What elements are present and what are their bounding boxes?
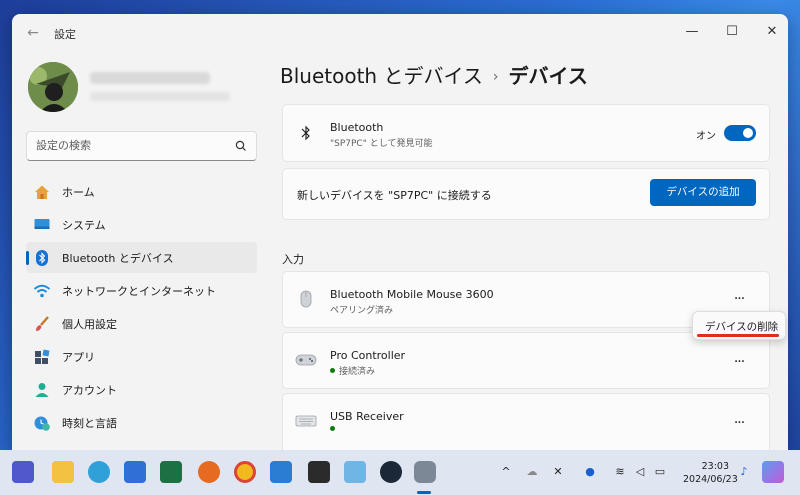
- steam-icon[interactable]: [380, 461, 402, 483]
- tray-overflow-chevron[interactable]: ^: [498, 464, 514, 480]
- wifi-icon: [33, 284, 51, 298]
- todo-icon[interactable]: [270, 461, 292, 483]
- more-options-button[interactable]: ···: [731, 416, 747, 430]
- sidebar-item-label: システム: [62, 219, 106, 232]
- more-options-button[interactable]: ···: [731, 292, 747, 306]
- toggle-state-label: オン: [696, 131, 716, 142]
- device-status: ペアリング済み: [330, 306, 394, 316]
- title-bar: ← 設定 — ☐ ✕: [12, 14, 788, 52]
- close-button[interactable]: ✕: [760, 20, 784, 44]
- search-input[interactable]: [36, 137, 226, 154]
- connected-indicator: [330, 426, 335, 431]
- device-name: Bluetooth Mobile Mouse 3600: [330, 288, 494, 301]
- back-arrow-icon[interactable]: ←: [24, 24, 42, 42]
- minimize-button[interactable]: —: [680, 20, 704, 44]
- home-icon: [35, 185, 49, 199]
- firefox-icon[interactable]: [198, 461, 220, 483]
- system-clock[interactable]: 23:03 2024/06/23: [683, 460, 738, 486]
- sidebar-item-personalization[interactable]: 個人用設定: [26, 308, 257, 339]
- device-status: 接続済み: [339, 367, 376, 377]
- battery-icon[interactable]: ▭: [652, 464, 668, 480]
- tray-tools-icon[interactable]: ✕: [550, 464, 566, 480]
- sidebar-item-label: 時刻と言語: [62, 417, 117, 430]
- account-icon: [35, 383, 49, 397]
- maximize-button[interactable]: ☐: [720, 20, 744, 44]
- teams-icon[interactable]: [12, 461, 34, 483]
- highlight-underline: [697, 334, 779, 337]
- profile-name-blurred: [90, 72, 210, 84]
- sidebar-item-label: 個人用設定: [62, 318, 117, 331]
- sidebar-item-label: ホーム: [62, 186, 95, 199]
- settings-window: ← 設定 — ☐ ✕ ホ: [12, 14, 788, 450]
- bluetooth-subtitle: "SP7PC" として発見可能: [330, 139, 433, 149]
- notification-bell-icon[interactable]: ♪: [736, 464, 752, 480]
- sidebar-item-home[interactable]: ホーム: [26, 176, 257, 207]
- taskbar: ^ ☁ ✕ ● ≋ ◁ ▭ 23:03 2024/06/23 ♪: [0, 450, 800, 495]
- tray-app-icon[interactable]: ●: [582, 464, 598, 480]
- file-explorer-icon[interactable]: [52, 461, 74, 483]
- device-status-row: 接続済み: [330, 364, 375, 377]
- section-input-label: 入力: [282, 253, 304, 266]
- app-title: 設定: [54, 28, 76, 41]
- remove-device-menu-item[interactable]: デバイスの削除: [705, 319, 778, 334]
- settings-search: [26, 131, 257, 161]
- sidebar-item-accounts[interactable]: アカウント: [26, 374, 257, 405]
- sidebar-item-label: Bluetooth とデバイス: [62, 252, 174, 265]
- sidebar-item-network[interactable]: ネットワークとインターネット: [26, 275, 257, 306]
- sidebar-item-label: ネットワークとインターネット: [62, 285, 216, 298]
- bluetooth-title: Bluetooth: [330, 121, 384, 134]
- sidebar-item-apps[interactable]: アプリ: [26, 341, 257, 372]
- add-device-text: 新しいデバイスを "SP7PC" に接続する: [297, 189, 492, 202]
- bluetooth-icon: [36, 250, 48, 266]
- active-app-indicator: [417, 491, 431, 494]
- sidebar-nav: ホーム システム Bluetooth とデバイス ネットワークとインターネット: [26, 176, 257, 440]
- wifi-icon[interactable]: ≋: [612, 464, 628, 480]
- brush-icon: [36, 316, 49, 331]
- cloud-icon[interactable]: ☁: [524, 464, 540, 480]
- mouse-icon: [300, 290, 312, 308]
- terminal-icon[interactable]: [308, 461, 330, 483]
- connected-indicator: [330, 368, 335, 373]
- sidebar-item-label: アカウント: [62, 384, 117, 397]
- add-device-card: 新しいデバイスを "SP7PC" に接続する デバイスの追加: [282, 168, 770, 220]
- notepad-icon[interactable]: [344, 461, 366, 483]
- device-name: USB Receiver: [330, 410, 404, 423]
- copilot-icon[interactable]: [762, 461, 784, 483]
- add-device-button[interactable]: デバイスの追加: [650, 179, 756, 206]
- device-name: Pro Controller: [330, 349, 406, 362]
- sidebar-item-time-language[interactable]: 時刻と言語: [26, 407, 257, 438]
- device-status-row: [330, 425, 339, 435]
- breadcrumb: Bluetooth とデバイス › デバイス: [280, 60, 588, 89]
- sidebar-item-bluetooth[interactable]: Bluetooth とデバイス: [26, 242, 257, 273]
- more-options-button[interactable]: ···: [731, 355, 747, 369]
- store-icon[interactable]: [124, 461, 146, 483]
- breadcrumb-parent[interactable]: Bluetooth とデバイス: [280, 64, 483, 88]
- gamepad-icon: [295, 354, 317, 366]
- system-display-icon: [34, 219, 50, 229]
- volume-icon[interactable]: ◁: [632, 464, 648, 480]
- sidebar-item-label: アプリ: [62, 351, 95, 364]
- device-row[interactable]: Pro Controller 接続済み ···: [282, 332, 770, 389]
- profile-email-blurred: [90, 92, 230, 101]
- bluetooth-icon: [301, 125, 310, 141]
- clock-date: 2024/06/23: [683, 474, 738, 485]
- avatar: [28, 62, 78, 112]
- chrome-icon[interactable]: [234, 461, 256, 483]
- breadcrumb-separator: ›: [492, 69, 499, 85]
- search-icon[interactable]: [234, 139, 248, 153]
- sidebar-item-system[interactable]: システム: [26, 209, 257, 240]
- apps-icon: [35, 349, 50, 364]
- clock-time: 23:03: [701, 461, 729, 472]
- bluetooth-toggle-card: Bluetooth "SP7PC" として発見可能 オン: [282, 104, 770, 162]
- keyboard-icon: [295, 415, 317, 427]
- excel-icon[interactable]: [160, 461, 182, 483]
- page-title: デバイス: [508, 64, 588, 88]
- settings-icon[interactable]: [414, 461, 436, 483]
- time-language-icon: [34, 416, 50, 431]
- device-row[interactable]: USB Receiver ···: [282, 393, 770, 450]
- bluetooth-toggle[interactable]: [724, 125, 756, 141]
- edge-icon[interactable]: [88, 461, 110, 483]
